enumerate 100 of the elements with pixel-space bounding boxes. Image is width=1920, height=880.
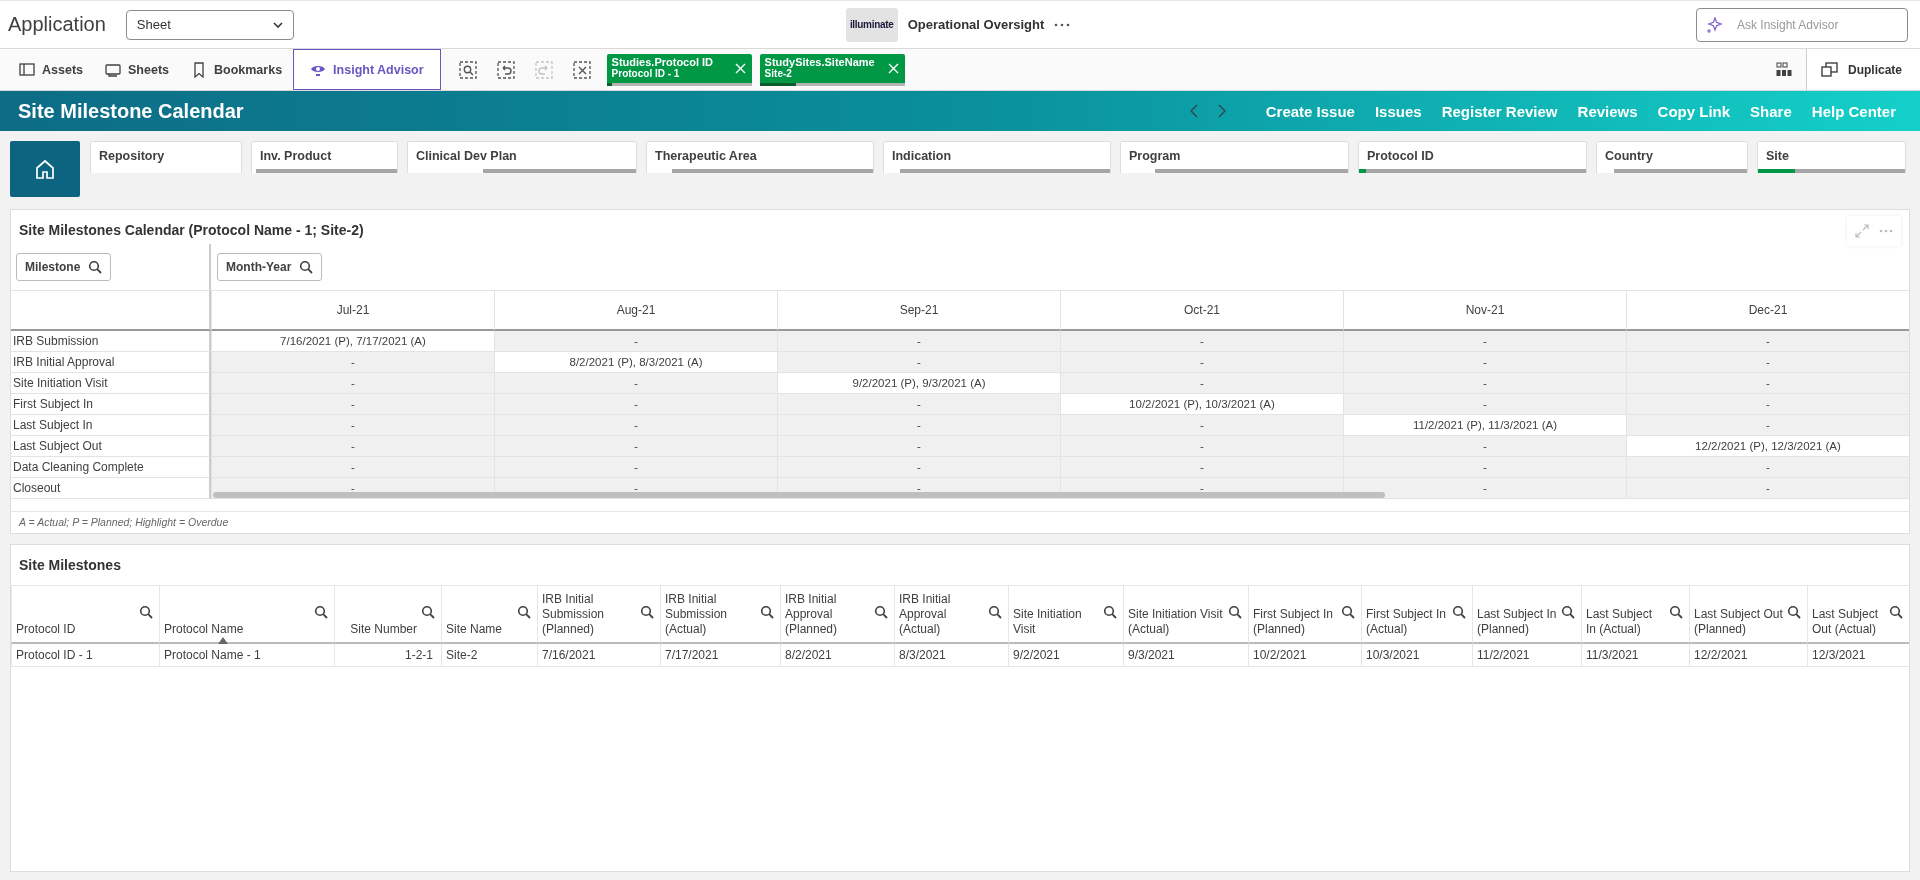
chevron-left-icon[interactable]	[1189, 104, 1198, 118]
close-icon[interactable]	[734, 62, 746, 74]
table-cell: 8/3/2021	[894, 644, 1008, 667]
step-back-button[interactable]	[494, 58, 517, 81]
search-icon	[1561, 604, 1575, 619]
home-button[interactable]	[10, 141, 80, 197]
grid-icon[interactable]	[1776, 62, 1792, 77]
column-header[interactable]: Last Subject In (Actual)	[1581, 585, 1689, 644]
month-search-button[interactable]: Month-Year	[217, 253, 323, 281]
column-header[interactable]: Protocol Name	[159, 585, 334, 644]
milestone-search-button[interactable]: Milestone	[16, 253, 112, 281]
filter-pane[interactable]: Country	[1596, 141, 1748, 173]
sheet-dropdown[interactable]: Sheet	[125, 9, 294, 40]
calendar-cell: -	[211, 352, 494, 373]
calendar-cell: -	[1343, 373, 1626, 394]
column-header[interactable]: First Subject In (Actual)	[1361, 585, 1472, 644]
search-icon	[640, 604, 654, 619]
search-icon	[874, 604, 888, 619]
calendar-cell: -	[777, 352, 1060, 373]
search-icon	[314, 604, 328, 619]
calendar-cell: -	[1626, 415, 1909, 436]
column-header[interactable]: First Subject In (Planned)	[1248, 585, 1361, 644]
table-cell: 10/2/2021	[1248, 644, 1361, 667]
column-header[interactable]: Site Initiation Visit	[1008, 585, 1123, 644]
calendar-cell: -	[1060, 415, 1343, 436]
filter-pane[interactable]: Repository	[90, 141, 242, 173]
chevron-down-icon	[272, 21, 283, 28]
column-header[interactable]: IRB Initial Submission (Planned)	[537, 585, 660, 644]
table-cell: 7/17/2021	[660, 644, 780, 667]
nav-tab[interactable]: Insight Advisor	[293, 49, 441, 90]
calendar-cell: -	[1343, 352, 1626, 373]
calendar-cell: -	[494, 436, 777, 457]
nav-tab[interactable]: Bookmarks	[180, 49, 294, 90]
selection-search-icon	[458, 60, 477, 79]
selection-search-button[interactable]	[456, 58, 479, 81]
calendar-cell: -	[777, 331, 1060, 352]
calendar-cell: -	[1060, 436, 1343, 457]
calendar-cell: 11/2/2021 (P), 11/3/2021 (A)	[1343, 415, 1626, 436]
calendar-cell: -	[1060, 331, 1343, 352]
home-icon	[35, 159, 55, 179]
sheet-title: Site Milestone Calendar	[18, 99, 245, 123]
duplicate-button[interactable]: Duplicate	[1806, 49, 1920, 90]
calendar-cell: -	[211, 394, 494, 415]
calendar-cell: -	[1626, 331, 1909, 352]
close-icon[interactable]	[887, 62, 899, 74]
search-icon	[88, 260, 103, 274]
scrollbar-thumb[interactable]	[213, 492, 1385, 498]
calendar-cell: -	[777, 415, 1060, 436]
table-cell: 7/16/2021	[537, 644, 660, 667]
clear-selections-button[interactable]	[570, 58, 593, 81]
calendar-cell: -	[494, 415, 777, 436]
step-forward-icon	[534, 60, 553, 79]
sparkle-icon	[1706, 16, 1723, 34]
column-header[interactable]: IRB Initial Submission (Actual)	[660, 585, 780, 644]
sheet-icon	[105, 61, 121, 78]
search-icon	[1228, 604, 1242, 619]
expand-icon[interactable]	[1855, 224, 1869, 238]
filter-pane[interactable]: Inv. Product	[251, 141, 398, 173]
calendar-cell: -	[1343, 436, 1626, 457]
column-header[interactable]: Last Subject Out (Actual)	[1807, 585, 1909, 644]
column-header[interactable]: Last Subject In (Planned)	[1472, 585, 1581, 644]
table-cell: Protocol ID - 1	[11, 644, 159, 667]
calendar-cell: -	[1343, 331, 1626, 352]
column-header[interactable]: Last Subject Out (Planned)	[1689, 585, 1807, 644]
calendar-cell: -	[1343, 457, 1626, 478]
filter-pane[interactable]: Program	[1120, 141, 1349, 173]
calendar-cell: -	[777, 394, 1060, 415]
app-name: Operational Oversight	[907, 17, 1045, 32]
more-icon[interactable]	[1054, 22, 1071, 27]
chevron-right-icon[interactable]	[1217, 104, 1226, 118]
nav-tab[interactable]: Sheets	[94, 49, 180, 90]
search-icon	[760, 604, 774, 619]
column-header[interactable]: IRB Initial Approval (Actual)	[894, 585, 1008, 644]
legend-note: A = Actual; P = Planned; Highlight = Overdue	[11, 511, 1909, 532]
column-header[interactable]: IRB Initial Approval (Planned)	[780, 585, 894, 644]
filter-pane[interactable]: Site	[1757, 141, 1906, 173]
panel-icon	[19, 61, 35, 78]
calendar-cell: 9/2/2021 (P), 9/3/2021 (A)	[777, 373, 1060, 394]
selection-chip[interactable]: Studies.Protocol ID Protocol ID - 1	[606, 53, 752, 86]
table-cell: 11/3/2021	[1581, 644, 1689, 667]
calendar-cell: -	[1343, 394, 1626, 415]
column-header[interactable]: Site Number	[334, 585, 441, 644]
calendar-cell: 12/2/2021 (P), 12/3/2021 (A)	[1626, 436, 1909, 457]
search-icon	[139, 604, 153, 619]
nav-tab[interactable]: Assets	[8, 49, 94, 90]
filter-pane[interactable]: Clinical Dev Plan	[407, 141, 637, 173]
filter-pane[interactable]: Indication	[883, 141, 1111, 173]
filter-pane[interactable]: Protocol ID	[1358, 141, 1587, 173]
table-cell: 1-2-1	[334, 644, 441, 667]
calendar-cell: -	[1626, 394, 1909, 415]
selection-chip[interactable]: StudySites.SiteName Site-2	[759, 53, 905, 86]
ask-insight-advisor-field[interactable]: Ask Insight Advisor	[1696, 7, 1908, 42]
column-header[interactable]: Protocol ID	[11, 585, 159, 644]
calendar-cell: 8/2/2021 (P), 8/3/2021 (A)	[494, 352, 777, 373]
column-header[interactable]: Site Initiation Visit (Actual)	[1123, 585, 1248, 644]
filter-pane[interactable]: Therapeutic Area	[646, 141, 874, 173]
calendar-cell: -	[494, 457, 777, 478]
calendar-cell: -	[211, 373, 494, 394]
column-header[interactable]: Site Name	[441, 585, 537, 644]
search-icon	[1452, 604, 1466, 619]
